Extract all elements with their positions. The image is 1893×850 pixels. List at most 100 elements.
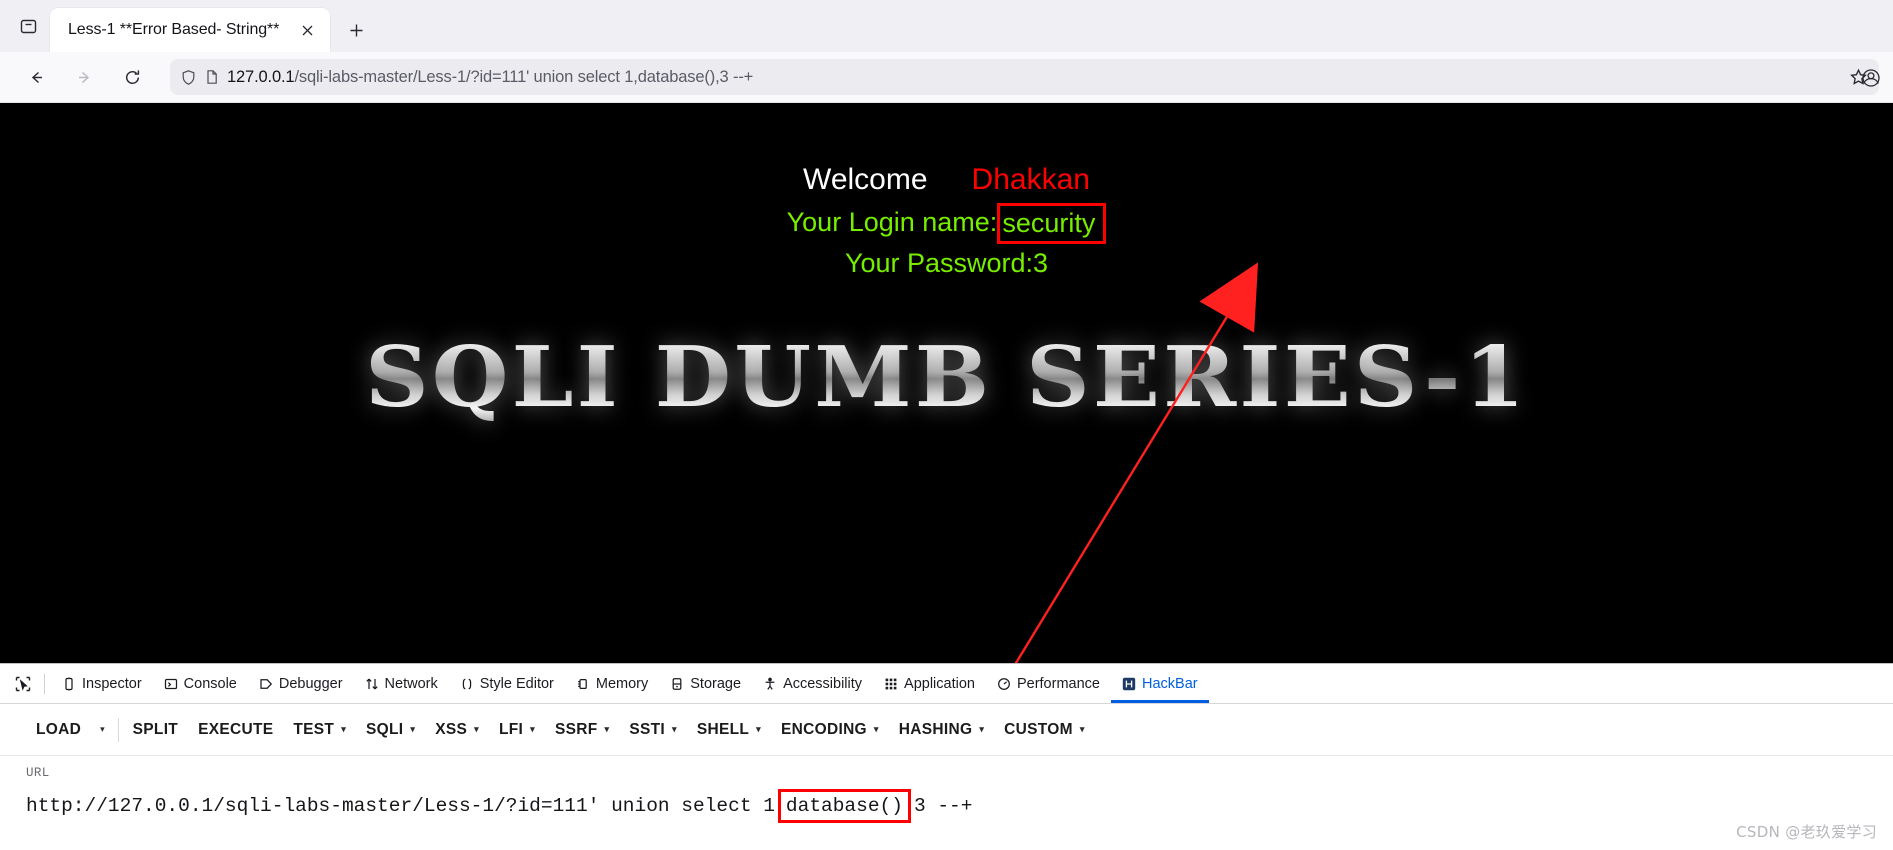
sqli-result-block: Welcome Dhakkan Your Login name: security …: [0, 158, 1893, 283]
hackbar-button-label: TEST: [293, 720, 335, 738]
hackbar-url-before: http://127.0.0.1/sqli-labs-master/Less-1…: [26, 795, 775, 817]
devtools-tab-label: Inspector: [82, 675, 142, 692]
url-text: 127.0.0.1/sqli-labs-master/Less-1/?id=11…: [227, 68, 753, 87]
toolbar-divider: [117, 717, 119, 742]
hackbar-button-label: SSTI: [629, 720, 666, 738]
element-picker-icon[interactable]: [6, 669, 40, 699]
welcome-label: Welcome: [803, 163, 928, 196]
chevron-down-icon: ▾: [873, 724, 879, 734]
account-icon[interactable]: [1853, 60, 1889, 96]
hackbar-button-label: LFI: [499, 720, 524, 738]
back-icon[interactable]: [16, 59, 56, 95]
hackbar-hashing-button[interactable]: HASHING ▾: [889, 714, 994, 746]
chevron-down-icon: ▾: [474, 724, 479, 734]
hackbar-load-dropdown[interactable]: ▾: [91, 718, 114, 741]
hackbar-button-label: LOAD: [36, 720, 82, 738]
url-host: 127.0.0.1: [227, 67, 295, 86]
devtools-tab-bar: Inspector Console Debugger Network Style…: [0, 664, 1893, 704]
shield-icon[interactable]: [180, 69, 197, 86]
console-icon: [164, 677, 178, 691]
watermark: CSDN @老玖爱学习: [1736, 823, 1877, 841]
devtools-tab-application[interactable]: Application: [873, 664, 986, 703]
devtools-tab-memory[interactable]: Memory: [565, 664, 659, 703]
inspector-icon: [62, 677, 76, 691]
toolbar-divider: [44, 673, 45, 694]
hackbar-ssrf-button[interactable]: SSRF ▾: [545, 714, 619, 746]
hackbar-split-button[interactable]: SPLIT: [123, 714, 188, 746]
url-path: /sqli-labs-master/Less-1/?id=111' union …: [294, 67, 754, 86]
hackbar-url-label: URL: [26, 766, 50, 780]
url-bar[interactable]: 127.0.0.1/sqli-labs-master/Less-1/?id=11…: [170, 59, 1879, 95]
devtools-tab-inspector[interactable]: Inspector: [51, 664, 153, 703]
chevron-down-icon: ▾: [341, 724, 347, 734]
hackbar-icon: [1122, 677, 1136, 691]
hackbar-url-field[interactable]: URL http://127.0.0.1/sqli-labs-master/Le…: [0, 756, 1893, 823]
devtools-tab-label: Network: [384, 675, 438, 692]
devtools-tab-label: HackBar: [1141, 675, 1198, 692]
password-line: Your Password:3: [844, 248, 1049, 278]
hackbar-custom-button[interactable]: CUSTOM ▾: [994, 714, 1095, 746]
application-icon: [884, 677, 898, 691]
hackbar-execute-button[interactable]: EXECUTE: [188, 714, 283, 746]
hackbar-sqli-button[interactable]: SQLI ▾: [356, 714, 425, 746]
devtools-tab-accessibility[interactable]: Accessibility: [752, 664, 873, 703]
hackbar-button-label: SPLIT: [132, 720, 179, 738]
login-name-highlight: security: [997, 203, 1107, 244]
hackbar-url-highlight: database(): [777, 789, 911, 823]
chevron-down-icon: ▾: [410, 724, 416, 734]
page-content: Welcome Dhakkan Your Login name: security …: [0, 103, 1893, 663]
forward-icon[interactable]: [64, 59, 104, 95]
devtools-tab-storage[interactable]: Storage: [659, 664, 752, 703]
hackbar-button-label: SHELL: [696, 720, 750, 738]
devtools-tab-network[interactable]: Network: [354, 664, 449, 703]
network-icon: [365, 677, 379, 691]
devtools-tab-hackbar[interactable]: HackBar: [1111, 664, 1209, 703]
performance-icon: [997, 677, 1011, 691]
chevron-down-icon: ▾: [100, 724, 105, 734]
new-tab-icon[interactable]: [338, 12, 374, 48]
devtools-tab-label: Performance: [1016, 675, 1100, 692]
hackbar-button-label: SQLI: [366, 720, 404, 738]
hackbar-shell-button[interactable]: SHELL ▾: [687, 714, 771, 746]
chevron-down-icon: ▾: [1079, 724, 1085, 734]
sqli-logo-wrap: SQLI DUMB SERIES-1: [0, 328, 1893, 426]
hackbar-test-button[interactable]: TEST ▾: [283, 714, 356, 746]
navigation-toolbar: 127.0.0.1/sqli-labs-master/Less-1/?id=11…: [0, 52, 1893, 103]
hackbar-button-label: ENCODING: [780, 720, 867, 738]
hackbar-load-button[interactable]: LOAD: [26, 714, 91, 746]
hackbar-button-label: SSRF: [554, 720, 598, 738]
hackbar-url-input[interactable]: http://127.0.0.1/sqli-labs-master/Less-1…: [26, 789, 1893, 823]
hackbar-toolbar: LOAD ▾ SPLIT EXECUTE TEST ▾ SQLI ▾ XSS ▾…: [0, 704, 1893, 756]
tab-list-icon[interactable]: [6, 4, 50, 48]
devtools-tab-style-editor[interactable]: Style Editor: [449, 664, 565, 703]
devtools-tab-label: Storage: [690, 675, 742, 692]
hackbar-button-label: CUSTOM: [1004, 720, 1073, 738]
hackbar-lfi-button[interactable]: LFI ▾: [489, 714, 545, 746]
hackbar-encoding-button[interactable]: ENCODING ▾: [771, 714, 889, 746]
user-label: Dhakkan: [971, 163, 1090, 196]
devtools-tab-label: Application: [904, 675, 975, 692]
devtools-panel: Inspector Console Debugger Network Style…: [0, 663, 1893, 850]
accessibility-icon: [763, 677, 777, 691]
browser-tab[interactable]: Less-1 **Error Based- String**: [50, 8, 330, 52]
devtools-tab-console[interactable]: Console: [153, 664, 248, 703]
chevron-down-icon: ▾: [756, 724, 761, 734]
storage-icon: [670, 677, 684, 691]
hackbar-url-after: 3 --+: [913, 795, 973, 817]
hackbar-button-label: HASHING: [898, 720, 973, 738]
browser-window: Less-1 **Error Based- String** 127.0.0.1…: [0, 0, 1893, 850]
hackbar-button-label: XSS: [435, 720, 468, 738]
close-icon[interactable]: [294, 17, 320, 43]
hackbar-ssti-button[interactable]: SSTI ▾: [619, 714, 686, 746]
reload-icon[interactable]: [112, 59, 152, 95]
sqli-dumb-series-logo: SQLI DUMB SERIES-1: [365, 328, 1528, 426]
chevron-down-icon: ▾: [672, 724, 677, 734]
page-icon: [204, 69, 220, 85]
hackbar-xss-button[interactable]: XSS ▾: [425, 714, 489, 746]
debugger-icon: [259, 677, 273, 691]
devtools-tab-debugger[interactable]: Debugger: [248, 664, 354, 703]
devtools-tab-performance[interactable]: Performance: [986, 664, 1111, 703]
devtools-tab-label: Style Editor: [479, 675, 554, 692]
login-name-label: Your Login name:: [786, 207, 998, 237]
devtools-tab-label: Debugger: [278, 675, 343, 692]
